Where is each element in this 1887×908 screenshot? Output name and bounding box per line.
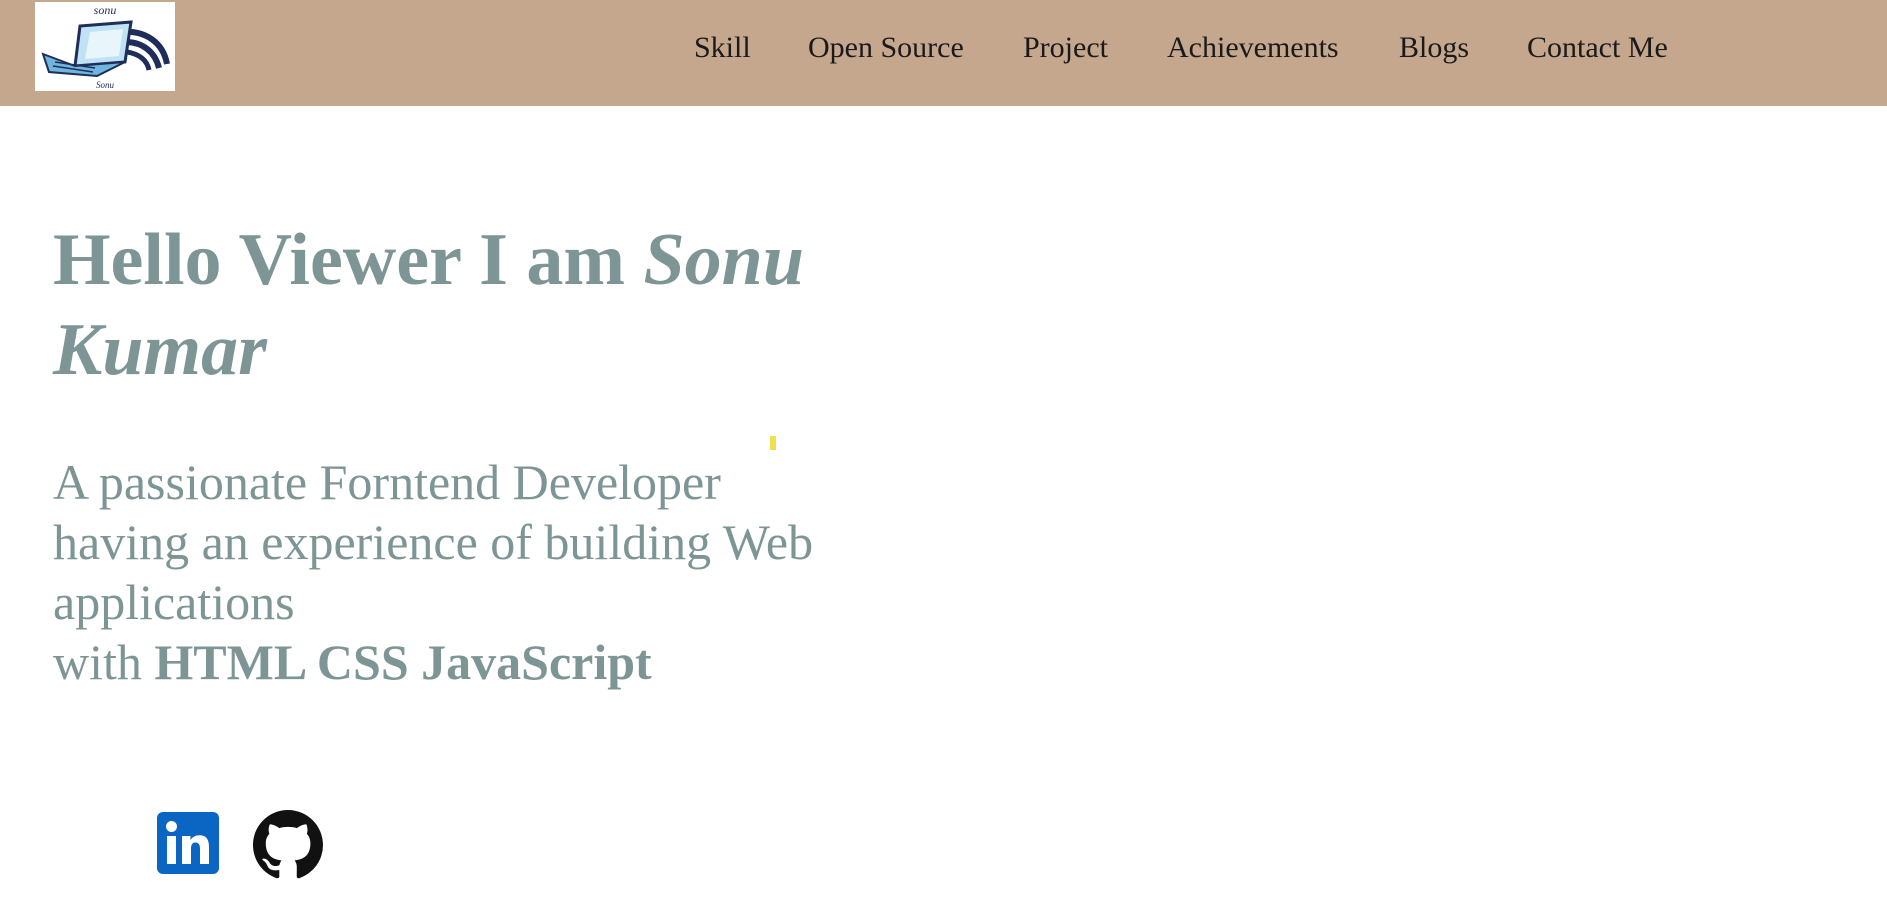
linkedin-icon <box>157 812 219 874</box>
main-nav: Skill Open Source Project Achievements B… <box>0 0 1887 106</box>
hero-greeting: Hello Viewer I am <box>53 219 644 301</box>
tagline-line-2: having an experience of building Web <box>53 514 814 570</box>
tagline-with-prefix: with <box>53 634 155 690</box>
github-link[interactable] <box>253 810 323 880</box>
tagline-line-3: applications <box>53 574 295 630</box>
nav-achievements[interactable]: Achievements <box>1167 31 1339 65</box>
hero-heading: Hello Viewer I am Sonu Kumar <box>53 215 933 395</box>
nav-contact-me[interactable]: Contact Me <box>1527 31 1668 65</box>
hero-name-last: Kumar <box>53 309 267 391</box>
tagline-line-1: A passionate Forntend Developer <box>53 454 721 510</box>
text-cursor-mark <box>770 436 776 450</box>
tagline-skills: HTML CSS JavaScript <box>154 634 652 690</box>
nav-open-source[interactable]: Open Source <box>808 31 964 65</box>
nav-project[interactable]: Project <box>1023 31 1108 65</box>
hero-tagline: A passionate Forntend Developer having a… <box>53 452 933 692</box>
nav-skill[interactable]: Skill <box>694 31 751 65</box>
navbar: sonu Sonu Skill Open Source Project Achi… <box>0 0 1887 106</box>
nav-blogs[interactable]: Blogs <box>1399 31 1469 65</box>
tagline-skills-line: with HTML CSS JavaScript <box>53 632 933 692</box>
github-icon <box>253 810 323 879</box>
hero-name-first: Sonu <box>643 219 804 301</box>
hero-heading-block: Hello Viewer I am Sonu Kumar <box>53 215 933 395</box>
linkedin-link[interactable] <box>157 812 219 874</box>
